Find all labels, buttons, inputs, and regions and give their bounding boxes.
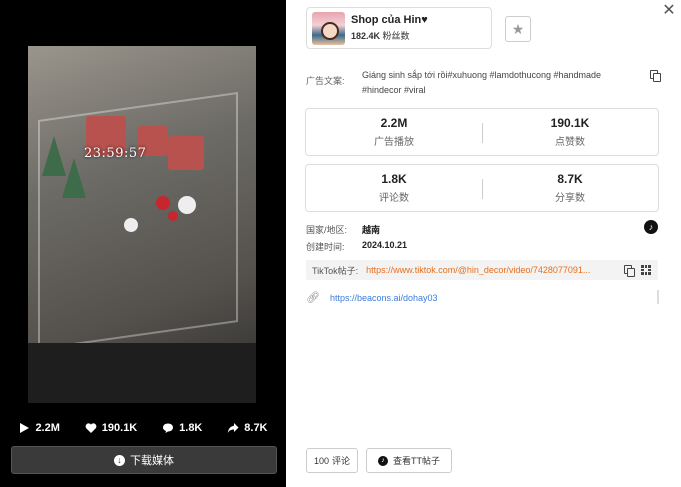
tiktok-icon: ♪ (378, 455, 388, 466)
share-stat: 8.7K (227, 422, 268, 434)
shop-name: Shop của Hin♥ (351, 14, 428, 26)
shop-fans-label: 粉丝数 (382, 31, 410, 41)
tiktok-icon[interactable]: ♪ (644, 220, 658, 234)
metric-plays: 2.2M 广告播放 (306, 109, 482, 155)
view-tiktok-post-button[interactable]: ♪ 查看TT帖子 (366, 448, 452, 473)
country-row: 国家/地区: 越南 (306, 223, 380, 236)
share-icon (228, 423, 239, 433)
caption-label: 广告文案: (306, 76, 345, 86)
play-stat: 2.2M (18, 422, 60, 434)
metric-shares: 8.7K 分享数 (482, 165, 658, 211)
metric-plays-value: 2.2M (380, 116, 408, 130)
shop-avatar (312, 11, 345, 45)
link-icon: 🔗︎ (306, 292, 320, 304)
shop-fans-count: 182.4K (351, 31, 381, 41)
video-panel: 23:59:57 2.2M 190.1K 1.8K 8.7K ↓ 下载媒体 (0, 0, 286, 487)
video-scene-snow (178, 196, 196, 214)
shop-fans: 182.4K 粉丝数 (351, 29, 428, 42)
comment-icon (163, 423, 174, 433)
metric-likes: 190.1K 点赞数 (482, 109, 658, 155)
qr-code-icon[interactable] (641, 265, 651, 275)
comment-count: 1.8K (179, 422, 203, 434)
created-value: 2024.10.21 (362, 240, 408, 250)
metrics-row-engagement: 2.2M 广告播放 190.1K 点赞数 (305, 108, 659, 156)
play-count: 2.2M (35, 422, 60, 434)
play-icon (20, 423, 30, 433)
close-icon[interactable]: ✕ (662, 3, 676, 19)
metric-comments-value: 1.8K (381, 172, 407, 186)
like-stat: 190.1K (85, 422, 137, 434)
created-row: 创建时间: 2024.10.21 (306, 240, 407, 253)
metric-shares-label: 分享数 (555, 193, 585, 204)
download-icon: ↓ (114, 454, 125, 466)
country-label: 国家/地区: (306, 225, 348, 235)
comments-button[interactable]: 100 评论 (306, 448, 358, 473)
metric-shares-value: 8.7K (557, 172, 583, 186)
star-icon: ★ (511, 20, 525, 37)
like-count: 190.1K (101, 422, 138, 434)
country-value: 越南 (362, 225, 381, 235)
view-tiktok-post-label: 查看TT帖子 (393, 456, 440, 466)
metrics-row-social: 1.8K 评论数 8.7K 分享数 (305, 164, 659, 212)
download-media-button[interactable]: ↓ 下载媒体 (11, 446, 277, 474)
video-scene-snow (124, 218, 138, 232)
video-scene-house (168, 136, 204, 170)
favorite-button[interactable]: ★ (505, 16, 531, 42)
metric-likes-value: 190.1K (550, 116, 590, 130)
metric-comments: 1.8K 评论数 (306, 165, 482, 211)
video-timer: 23:59:57 (84, 146, 147, 161)
scrollbar[interactable] (657, 290, 659, 304)
video-scene-tree (62, 158, 86, 198)
share-count: 8.7K (244, 422, 268, 434)
download-media-label: 下载媒体 (130, 455, 174, 467)
metric-likes-label: 点赞数 (555, 137, 585, 148)
video-scene-shadow (28, 343, 256, 403)
video-scene-ornament (156, 196, 170, 210)
tiktok-post-label: TikTok帖子: (312, 265, 359, 276)
metric-plays-label: 广告播放 (374, 137, 414, 148)
video-player[interactable] (28, 46, 256, 403)
external-link-row: 🔗︎ https://beacons.ai/dohay03 (306, 291, 438, 304)
comment-stat: 1.8K (162, 422, 202, 434)
caption-text: Giáng sinh sắp tới rồi#xuhuong #lamdothu… (362, 70, 602, 95)
heart-icon (85, 423, 97, 433)
metric-comments-label: 评论数 (379, 193, 409, 204)
comments-label: 评论 (332, 456, 351, 466)
comments-count: 100 (313, 455, 329, 466)
shop-card[interactable]: Shop của Hin♥ 182.4K 粉丝数 (306, 7, 492, 49)
created-label: 创建时间: (306, 242, 345, 252)
external-link[interactable]: https://beacons.ai/dohay03 (330, 293, 438, 303)
video-stats: 2.2M 190.1K 1.8K 8.7K (0, 418, 286, 438)
copy-icon[interactable] (624, 265, 635, 277)
video-scene-ornament (168, 211, 178, 221)
copy-icon[interactable] (650, 70, 661, 82)
tiktok-post-link[interactable]: https://www.tiktok.com/@hin_decor/video/… (366, 265, 606, 275)
shop-info: Shop của Hin♥ 182.4K 粉丝数 (351, 14, 428, 42)
tiktok-post-bar: TikTok帖子: https://www.tiktok.com/@hin_de… (306, 260, 658, 280)
